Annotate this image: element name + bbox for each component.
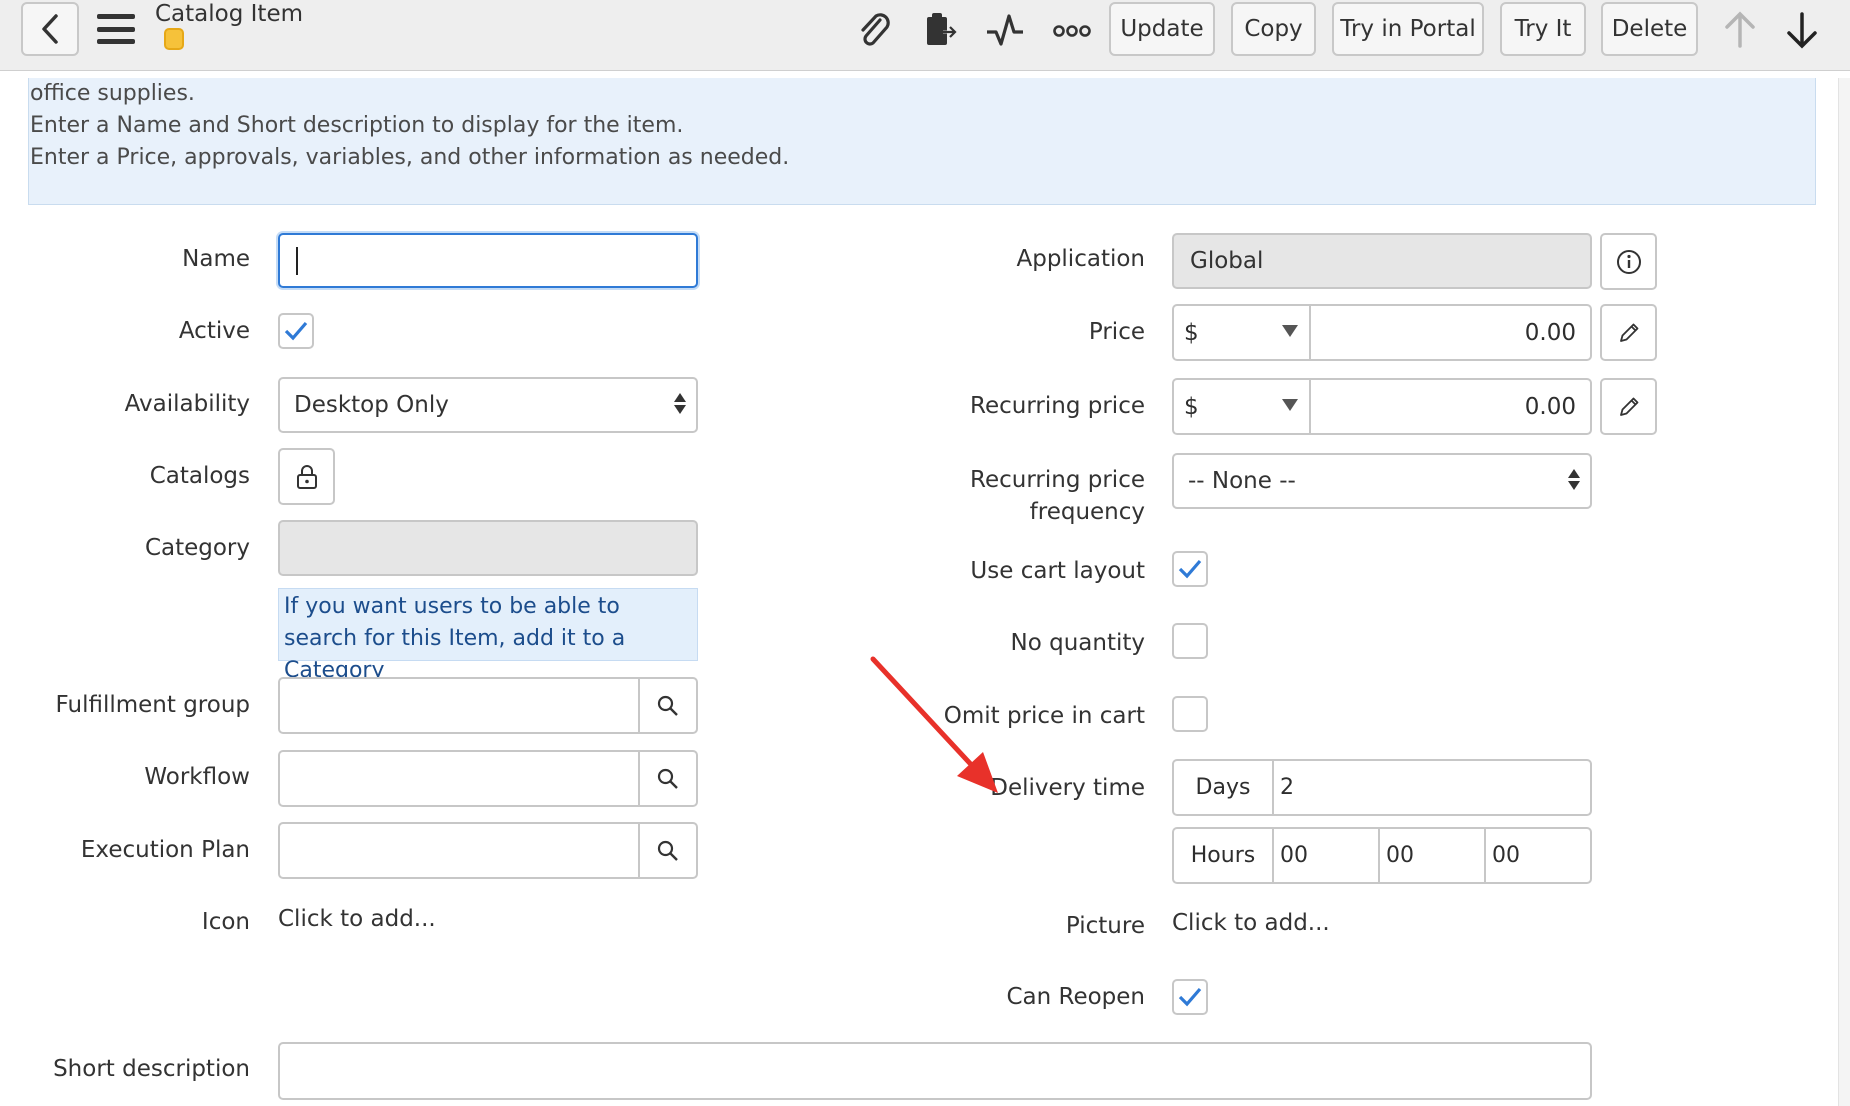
hours-label: Hours [1172,827,1274,884]
price-currency-select[interactable]: $ [1172,304,1310,361]
recurring-price-input[interactable]: 0.00 [1309,378,1592,435]
menu-icon[interactable] [97,14,135,44]
name-input[interactable] [278,233,698,288]
hours-input[interactable]: 00 [1272,827,1380,884]
pencil-icon [1619,397,1638,416]
application-field: Global [1172,233,1592,289]
execution-plan-search-button[interactable] [638,824,696,877]
category-label: Category [144,535,250,561]
price-value: 0.00 [1524,319,1576,346]
fulfillment-group-input[interactable] [278,677,698,734]
picture-label: Picture [1065,913,1145,939]
checkmark-icon [1178,559,1202,579]
days-label: Days [1172,759,1274,816]
recurring-frequency-label-line1: Recurring price [970,467,1145,493]
category-input[interactable] [278,520,698,576]
price-input[interactable]: 0.00 [1309,304,1592,361]
icon-click-to-add[interactable]: Click to add... [278,906,436,932]
recurring-frequency-select[interactable]: -- None -- [1172,453,1592,509]
category-hint: If you want users to be able to search f… [278,588,698,683]
can-reopen-checkbox[interactable] [1172,979,1208,1015]
update-button[interactable]: Update [1109,2,1215,56]
workflow-input[interactable] [278,750,698,807]
clipboard-icon[interactable] [917,10,961,50]
can-reopen-label: Can Reopen [1006,984,1145,1010]
fulfillment-group-label: Fulfillment group [55,692,250,718]
use-cart-layout-checkbox[interactable] [1172,551,1208,587]
annotation-arrow-icon [870,656,998,793]
minutes-input[interactable]: 00 [1378,827,1486,884]
scrollbar[interactable] [1838,78,1850,1106]
search-icon [657,695,678,716]
arrow-up-icon[interactable] [1718,10,1762,50]
seconds-input[interactable]: 00 [1484,827,1592,884]
icon-label: Icon [201,909,250,935]
execution-plan-input[interactable] [278,822,698,879]
short-description-input[interactable] [278,1042,1592,1100]
activity-icon[interactable] [983,10,1027,50]
catalogs-label: Catalogs [149,463,250,489]
recurring-frequency-label-line2: frequency [1029,499,1145,525]
execution-plan-label: Execution Plan [80,837,250,863]
page-title: Catalog Item [155,1,303,27]
picture-click-to-add[interactable]: Click to add... [1172,910,1330,936]
application-value: Global [1190,248,1264,274]
price-edit-button[interactable] [1600,304,1657,361]
checkmark-icon [1178,987,1202,1007]
instruction-line: office supplies. [30,81,195,106]
name-label: Name [182,246,250,272]
checkmark-icon [284,321,308,341]
recurring-currency-select[interactable]: $ [1172,378,1310,435]
workflow-label: Workflow [144,764,250,790]
use-cart-layout-label: Use cart layout [970,558,1145,584]
availability-value: Desktop Only [294,392,449,418]
recurring-frequency-value: -- None -- [1188,468,1296,494]
application-scope-icon [164,28,184,50]
delete-button[interactable]: Delete [1601,2,1698,56]
active-checkbox[interactable] [278,313,314,349]
recurring-price-edit-button[interactable] [1600,378,1657,435]
chevron-left-icon [42,14,58,44]
workflow-search-button[interactable] [638,752,696,805]
no-quantity-checkbox[interactable] [1172,623,1208,659]
form-header: Catalog Item Update Copy Try in Portal T… [0,0,1850,71]
short-description-label: Short description [53,1056,250,1082]
price-label: Price [1088,319,1145,345]
availability-label: Availability [124,391,250,417]
more-options-icon[interactable] [1050,10,1094,50]
search-icon [657,840,678,861]
copy-button[interactable]: Copy [1231,2,1316,56]
lock-icon [296,464,317,489]
text-cursor [296,246,298,275]
recurring-currency-value: $ [1184,393,1199,420]
dropdown-arrow-icon [1282,325,1298,337]
try-in-portal-button[interactable]: Try in Portal [1332,2,1484,56]
pencil-icon [1619,323,1638,342]
recurring-price-value: 0.00 [1524,393,1576,420]
try-it-button[interactable]: Try It [1500,2,1586,56]
price-currency-value: $ [1184,319,1199,346]
recurring-price-label: Recurring price [970,393,1145,419]
instruction-line: Enter a Name and Short description to di… [30,113,684,138]
select-arrows-icon [1568,469,1580,490]
dropdown-arrow-icon [1282,399,1298,411]
application-info-button[interactable] [1600,233,1657,290]
fulfillment-group-search-button[interactable] [638,679,696,732]
arrow-down-icon[interactable] [1780,10,1824,50]
instructions-box: office supplies. Enter a Name and Short … [28,78,1816,205]
recurring-frequency-label: Recurring price frequency [900,464,1145,528]
search-icon [657,768,678,789]
info-icon [1616,249,1641,274]
availability-select[interactable]: Desktop Only [278,377,698,433]
omit-price-checkbox[interactable] [1172,696,1208,732]
days-input[interactable]: 2 [1272,759,1592,816]
instruction-line: Enter a Price, approvals, variables, and… [30,145,790,170]
back-button[interactable] [21,2,79,56]
active-label: Active [178,318,250,344]
application-label: Application [1016,246,1145,272]
select-arrows-icon [674,393,686,414]
attachment-icon[interactable] [852,10,896,50]
catalogs-lock-button[interactable] [278,448,335,505]
